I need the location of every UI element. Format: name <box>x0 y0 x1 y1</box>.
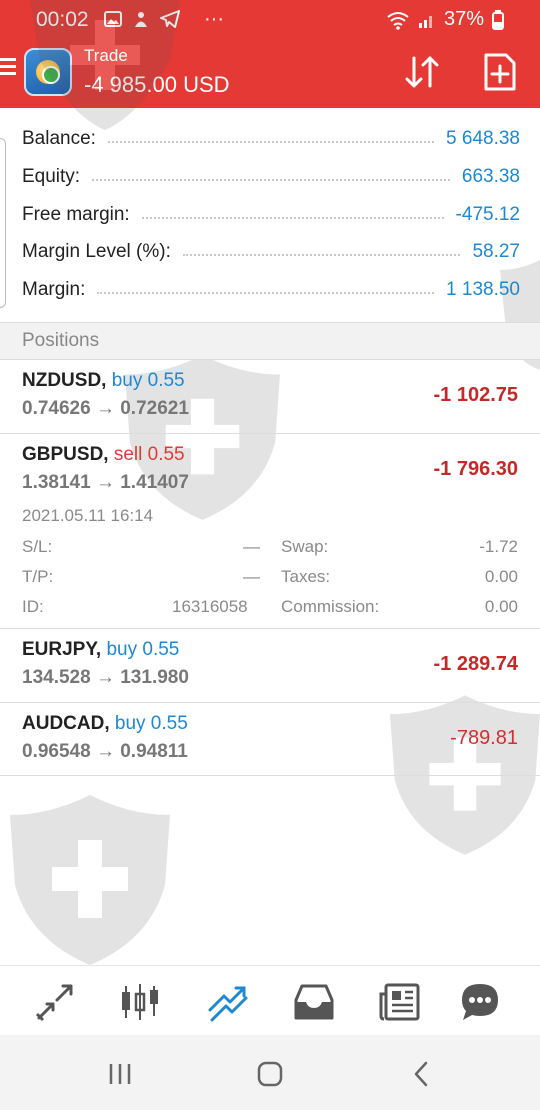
position-side: buy 0.55 <box>106 639 180 660</box>
position-side: buy 0.55 <box>111 370 185 391</box>
app-bar: Trade -4 985.00 USD <box>0 38 540 108</box>
summary-row-margin: Margin: 1 138.50 <box>22 271 520 309</box>
position-profit: -1 289.74 <box>433 653 518 675</box>
taxes-label: Taxes: <box>281 567 331 586</box>
top-bar: 00:02 ··· 37% Trade -4 985.00 USD <box>0 0 540 108</box>
positions-title: Positions <box>22 330 100 351</box>
position-side: sell 0.55 <box>113 444 185 465</box>
signal-icon <box>418 15 432 28</box>
summary-label: Balance: <box>22 128 96 149</box>
position-profit: -1 102.75 <box>433 384 518 406</box>
symbol-name: EURJPY, <box>22 639 102 660</box>
summary-value: 663.38 <box>461 166 520 187</box>
summary-label: Equity: <box>22 166 81 187</box>
notification-icon <box>135 12 147 27</box>
status-right: 37% <box>386 8 504 31</box>
position-symbol: EURJPY, buy 0.55 <box>22 639 179 661</box>
sl-label: S/L: <box>22 537 53 556</box>
symbol-name: GBPUSD, <box>22 444 109 465</box>
app-logo <box>24 48 72 96</box>
position-symbol: AUDCAD, buy 0.55 <box>22 713 188 735</box>
home-icon[interactable] <box>255 1059 285 1089</box>
watermark-shield-icon <box>10 795 170 965</box>
position-row[interactable]: AUDCAD, buy 0.55 0.96548 → 0.94811 -789.… <box>0 703 540 776</box>
position-row-expanded[interactable]: GBPUSD, sell 0.55 1.38141 → 1.41407 -1 7… <box>0 434 540 629</box>
more-dots-icon: ··· <box>204 8 224 30</box>
position-profit: -789.81 <box>450 727 518 749</box>
position-prices: 0.74626 → 0.72621 <box>22 398 189 419</box>
quotes-icon[interactable] <box>33 980 77 1024</box>
tp-label: T/P: <box>22 567 54 586</box>
swap-label: Swap: <box>281 537 329 556</box>
new-order-icon[interactable] <box>482 52 518 92</box>
chat-icon[interactable] <box>458 980 502 1024</box>
symbol-name: NZDUSD, <box>22 370 107 391</box>
summary-value: 1 138.50 <box>446 279 520 300</box>
symbol-name: AUDCAD, <box>22 713 110 734</box>
summary-value: 58.27 <box>472 241 520 262</box>
position-prices: 0.96548 → 0.94811 <box>22 741 188 762</box>
sl-value: — <box>243 537 260 556</box>
id-label: ID: <box>22 597 44 616</box>
swap-value: -1.72 <box>479 537 518 556</box>
position-profit: -1 796.30 <box>433 458 518 480</box>
chart-candles-icon[interactable] <box>118 980 162 1024</box>
back-icon[interactable] <box>406 1059 436 1089</box>
summary-row-free-margin: Free margin: -475.12 <box>22 196 520 234</box>
image-icon <box>104 11 122 27</box>
summary-row-equity: Equity: 663.38 <box>22 158 520 196</box>
account-profit: -4 985.00 USD <box>84 72 230 97</box>
position-prices: 134.528 → 131.980 <box>22 667 189 688</box>
system-navigation <box>0 1035 540 1110</box>
summary-label: Margin Level (%): <box>22 241 171 262</box>
summary-label: Margin: <box>22 279 86 300</box>
side-drawer-handle[interactable] <box>0 138 6 308</box>
position-row[interactable]: NZDUSD, buy 0.55 0.74626 → 0.72621 -1 10… <box>0 360 540 434</box>
summary-row-margin-level: Margin Level (%): 58.27 <box>22 233 520 271</box>
dotted-leader <box>97 292 435 294</box>
position-row[interactable]: EURJPY, buy 0.55 134.528 → 131.980 -1 28… <box>0 629 540 703</box>
position-datetime: 2021.05.11 16:14 <box>22 506 154 525</box>
recent-apps-icon[interactable] <box>105 1059 135 1089</box>
status-bar: 00:02 ··· 37% <box>0 0 540 38</box>
summary-row-balance: Balance: 5 648.38 <box>22 120 520 158</box>
battery-percent: 37% <box>443 8 484 30</box>
taxes-value: 0.00 <box>484 567 518 586</box>
status-icons: ··· <box>104 9 224 29</box>
summary-value: -475.12 <box>455 204 520 225</box>
app-title: Trade <box>84 46 128 65</box>
dotted-leader <box>182 254 461 256</box>
position-side: buy 0.55 <box>114 713 188 734</box>
summary-label: Free margin: <box>22 204 130 225</box>
id-value: 16316058 <box>172 597 248 616</box>
positions-header: Positions <box>0 322 540 360</box>
dotted-leader <box>107 141 435 143</box>
menu-icon[interactable] <box>0 58 16 78</box>
summary-value: 5 648.38 <box>446 128 520 149</box>
history-inbox-icon[interactable] <box>292 980 336 1024</box>
position-symbol: GBPUSD, sell 0.55 <box>22 444 185 466</box>
sort-icon[interactable] <box>402 52 442 92</box>
telegram-icon <box>160 10 180 28</box>
commission-value: 0.00 <box>484 597 518 616</box>
status-time: 00:02 <box>36 8 89 31</box>
commission-label: Commission: <box>281 597 380 616</box>
position-prices: 1.38141 → 1.41407 <box>22 472 189 493</box>
bottom-navigation <box>0 965 540 1035</box>
trade-icon[interactable] <box>206 980 250 1024</box>
dotted-leader <box>92 179 450 181</box>
tp-value: — <box>243 567 260 586</box>
wifi-icon <box>387 11 409 30</box>
position-symbol: NZDUSD, buy 0.55 <box>22 370 185 392</box>
dotted-leader <box>141 217 444 219</box>
news-icon[interactable] <box>378 980 422 1024</box>
battery-icon <box>492 9 504 30</box>
